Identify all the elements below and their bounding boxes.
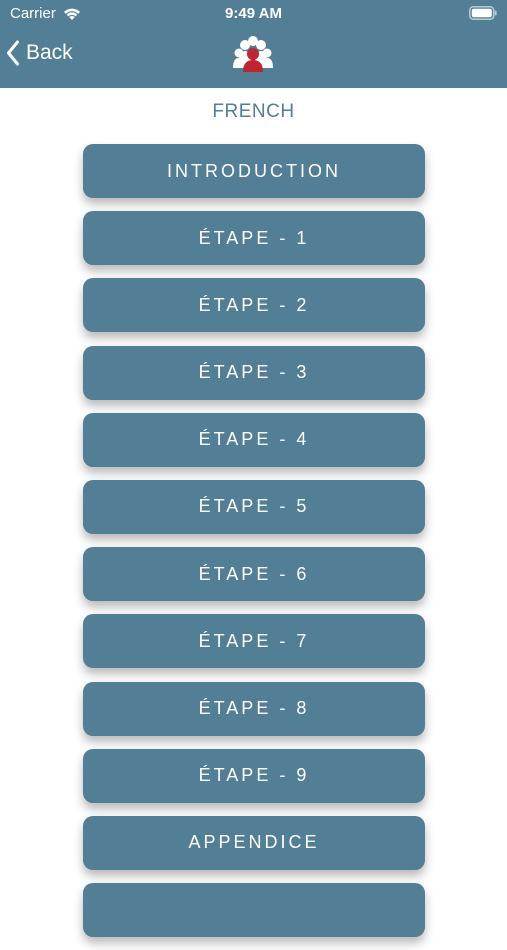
status-bar: Carrier 9:49 AM bbox=[0, 0, 507, 28]
top-header: Carrier 9:49 AM Back bbox=[0, 0, 507, 88]
section-title: FRENCH bbox=[212, 101, 295, 122]
navigation-bar: Back bbox=[0, 28, 507, 88]
clock: 9:49 AM bbox=[225, 5, 282, 22]
menu-button-etape-7[interactable]: ÉTAPE - 7 bbox=[83, 614, 425, 669]
back-button[interactable]: Back bbox=[6, 40, 73, 66]
menu-button-etape-8[interactable]: ÉTAPE - 8 bbox=[83, 681, 425, 736]
menu-list: INTRODUCTION ÉTAPE - 1 ÉTAPE - 2 ÉTAPE -… bbox=[83, 144, 425, 950]
menu-button-appendice[interactable]: APPENDICE bbox=[83, 815, 425, 870]
chevron-left-icon bbox=[7, 40, 19, 66]
menu-button-etape-1[interactable]: ÉTAPE - 1 bbox=[83, 211, 425, 266]
menu-button-etape-9[interactable]: ÉTAPE - 9 bbox=[83, 748, 425, 803]
menu-button-etape-6[interactable]: ÉTAPE - 6 bbox=[83, 547, 425, 602]
menu-button-etape-2[interactable]: ÉTAPE - 2 bbox=[83, 278, 425, 333]
back-label: Back bbox=[26, 41, 73, 64]
battery-icon bbox=[469, 6, 497, 20]
menu-button-etape-4[interactable]: ÉTAPE - 4 bbox=[83, 412, 425, 467]
people-group-logo-icon bbox=[233, 36, 273, 72]
menu-button-etape-3[interactable]: ÉTAPE - 3 bbox=[83, 345, 425, 400]
menu-button-introduction[interactable]: INTRODUCTION bbox=[83, 144, 425, 198]
menu-button-etape-5[interactable]: ÉTAPE - 5 bbox=[83, 479, 425, 534]
menu-button-partial[interactable] bbox=[83, 883, 425, 938]
